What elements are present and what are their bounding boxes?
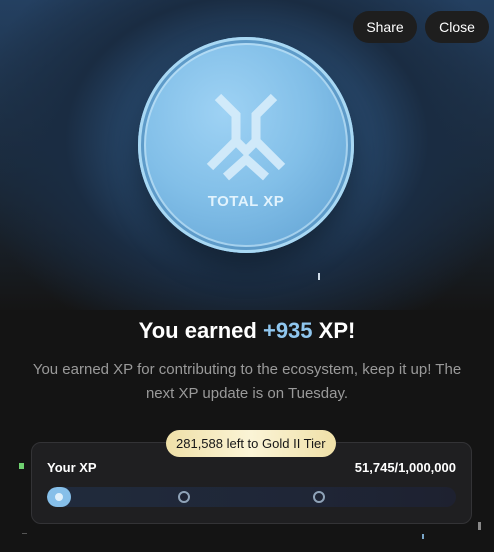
total-xp-logo-icon xyxy=(206,93,286,181)
headline-suffix: XP! xyxy=(312,318,356,343)
confetti-decoration xyxy=(22,533,27,534)
your-xp-label: Your XP xyxy=(47,460,97,475)
confetti-decoration xyxy=(422,534,424,539)
tier-remaining-badge: 281,588 left to Gold II Tier xyxy=(166,430,336,457)
headline-prefix: You earned xyxy=(138,318,263,343)
tier-milestone-marker xyxy=(313,491,325,503)
confetti-decoration xyxy=(478,522,481,530)
total-xp-coin: TOTAL XP xyxy=(138,37,354,253)
xp-progress-knob xyxy=(52,490,66,504)
sparkle-decoration xyxy=(318,273,320,280)
earned-headline: You earned +935 XP! xyxy=(0,318,494,344)
confetti-decoration xyxy=(19,463,24,469)
tier-milestone-marker xyxy=(178,491,190,503)
earned-description: You earned XP for contributing to the ec… xyxy=(32,361,462,402)
xp-count: 51,745/1,000,000 xyxy=(354,460,456,475)
share-button[interactable]: Share xyxy=(353,11,417,43)
xp-progress-track xyxy=(47,487,456,507)
xp-earned-amount: +935 xyxy=(262,318,313,343)
coin-label: TOTAL XP xyxy=(207,193,285,210)
close-button[interactable]: Close xyxy=(425,11,489,43)
